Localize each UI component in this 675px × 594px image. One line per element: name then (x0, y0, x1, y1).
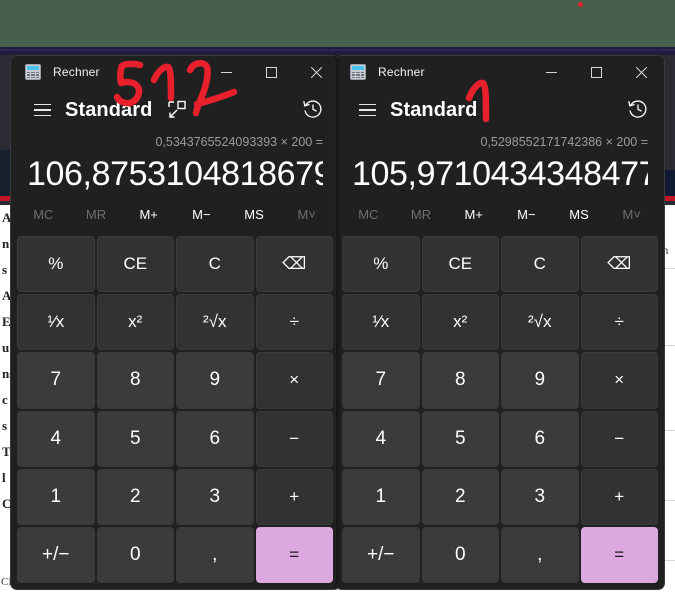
memory-subtract-button[interactable]: M− (175, 200, 228, 230)
history-icon[interactable] (301, 97, 327, 123)
desktop-accent-bar (0, 47, 675, 55)
calculator-mode-label: Standard (65, 98, 153, 121)
key-percent[interactable]: % (17, 236, 95, 293)
key-one[interactable]: 1 (342, 468, 420, 525)
key-square[interactable]: x² (96, 294, 174, 351)
key-two[interactable]: 2 (96, 468, 174, 525)
memory-store-button[interactable]: MS (228, 200, 281, 230)
calculator-keypad: % CE C ⌫ ¹⁄x x² ²√x ÷ 7 8 9 × 4 5 6 − 1 … (11, 234, 339, 589)
window-controls[interactable] (529, 56, 664, 88)
memory-store-button[interactable]: MS (553, 200, 606, 230)
key-zero[interactable]: 0 (96, 526, 174, 583)
window-controls[interactable] (204, 56, 339, 88)
key-five[interactable]: 5 (96, 410, 174, 467)
history-icon[interactable] (626, 97, 652, 123)
key-negate[interactable]: +/− (342, 526, 420, 583)
close-icon[interactable] (619, 56, 664, 88)
key-two[interactable]: 2 (421, 468, 499, 525)
key-backspace[interactable]: ⌫ (580, 236, 658, 293)
key-six[interactable]: 6 (176, 410, 254, 467)
expression-text: 0,5343765524093393 × 200 = (155, 135, 323, 149)
key-square-root[interactable]: ²√x (501, 294, 579, 351)
key-percent[interactable]: % (342, 236, 420, 293)
calculator-display: 0,5298552171742386 × 200 = 105,971043434… (336, 132, 664, 196)
key-square-root[interactable]: ²√x (176, 294, 254, 351)
key-subtract[interactable]: − (580, 410, 658, 467)
key-seven[interactable]: 7 (342, 352, 420, 409)
key-clear-entry[interactable]: CE (96, 236, 174, 293)
result-text: 106,8753104818679 (27, 155, 323, 193)
key-subtract[interactable]: − (255, 410, 333, 467)
desktop-background (0, 0, 675, 47)
key-clear[interactable]: C (176, 236, 254, 293)
calculator-header: Standard (336, 88, 664, 132)
key-decimal-separator[interactable]: , (501, 526, 579, 583)
window-titlebar[interactable]: Rechner (336, 56, 664, 88)
calculator-mode-label: Standard (390, 98, 478, 121)
key-three[interactable]: 3 (501, 468, 579, 525)
key-add[interactable]: + (580, 468, 658, 525)
maximize-icon[interactable] (249, 56, 294, 88)
memory-recall-button[interactable]: MR (70, 200, 123, 230)
maximize-icon[interactable] (574, 56, 619, 88)
key-reciprocal[interactable]: ¹⁄x (342, 294, 420, 351)
calculator-header: Standard (11, 88, 339, 132)
key-decimal-separator[interactable]: , (176, 526, 254, 583)
close-icon[interactable] (294, 56, 339, 88)
key-negate[interactable]: +/− (17, 526, 95, 583)
key-three[interactable]: 3 (176, 468, 254, 525)
key-square[interactable]: x² (421, 294, 499, 351)
calculator-icon (350, 64, 366, 80)
memory-clear-button[interactable]: MC (17, 200, 70, 230)
memory-clear-button[interactable]: MC (342, 200, 395, 230)
window-title: Rechner (53, 65, 100, 79)
minimize-icon[interactable] (204, 56, 249, 88)
key-equals[interactable]: = (255, 526, 333, 583)
key-clear-entry[interactable]: CE (421, 236, 499, 293)
key-nine[interactable]: 9 (176, 352, 254, 409)
memory-subtract-button[interactable]: M− (500, 200, 553, 230)
key-divide[interactable]: ÷ (580, 294, 658, 351)
key-eight[interactable]: 8 (421, 352, 499, 409)
desktop-red-dot (578, 2, 583, 7)
key-clear[interactable]: C (501, 236, 579, 293)
hamburger-menu-icon[interactable] (350, 93, 384, 127)
expression-text: 0,5298552171742386 × 200 = (480, 135, 648, 149)
keep-on-top-icon[interactable] (166, 99, 188, 121)
memory-row: MC MR M+ M− MS M˅ (11, 196, 339, 234)
window-title: Rechner (378, 65, 425, 79)
key-equals[interactable]: = (580, 526, 658, 583)
key-multiply[interactable]: × (580, 352, 658, 409)
key-nine[interactable]: 9 (501, 352, 579, 409)
result-text: 105,9710434348477 (352, 155, 648, 193)
key-six[interactable]: 6 (501, 410, 579, 467)
minimize-icon[interactable] (529, 56, 574, 88)
key-seven[interactable]: 7 (17, 352, 95, 409)
key-eight[interactable]: 8 (96, 352, 174, 409)
calculator-window-right[interactable]: Rechner Standard 0,5298552171742386 × 20… (335, 55, 665, 590)
key-zero[interactable]: 0 (421, 526, 499, 583)
key-add[interactable]: + (255, 468, 333, 525)
key-one[interactable]: 1 (17, 468, 95, 525)
calculator-icon (25, 64, 41, 80)
memory-recall-button[interactable]: MR (395, 200, 448, 230)
hamburger-menu-icon[interactable] (25, 93, 59, 127)
key-divide[interactable]: ÷ (255, 294, 333, 351)
memory-add-button[interactable]: M+ (447, 200, 500, 230)
key-backspace[interactable]: ⌫ (255, 236, 333, 293)
memory-list-button[interactable]: M˅ (280, 200, 333, 230)
calculator-keypad: % CE C ⌫ ¹⁄x x² ²√x ÷ 7 8 9 × 4 5 6 − 1 … (336, 234, 664, 589)
key-five[interactable]: 5 (421, 410, 499, 467)
memory-row: MC MR M+ M− MS M˅ (336, 196, 664, 234)
calculator-display: 0,5343765524093393 × 200 = 106,875310481… (11, 132, 339, 196)
calculator-window-left[interactable]: Rechner Standard 0,5343765524093393 × 20… (10, 55, 340, 590)
key-reciprocal[interactable]: ¹⁄x (17, 294, 95, 351)
memory-list-button[interactable]: M˅ (605, 200, 658, 230)
window-titlebar[interactable]: Rechner (11, 56, 339, 88)
key-multiply[interactable]: × (255, 352, 333, 409)
memory-add-button[interactable]: M+ (122, 200, 175, 230)
key-four[interactable]: 4 (342, 410, 420, 467)
key-four[interactable]: 4 (17, 410, 95, 467)
